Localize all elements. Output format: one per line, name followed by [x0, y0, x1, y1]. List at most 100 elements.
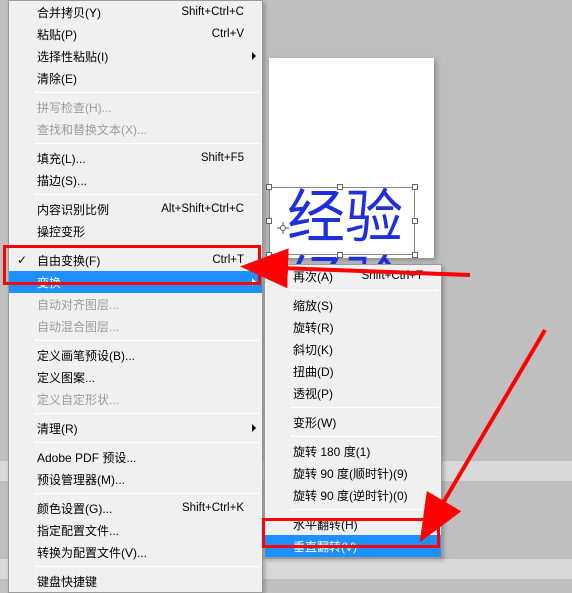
sub_menu-item[interactable]: 旋转 180 度(1) — [265, 440, 441, 462]
main_menu-item[interactable]: 定义画笔预设(B)... — [9, 344, 262, 366]
sub_menu-item[interactable]: 斜切(K) — [265, 338, 441, 360]
main_menu-item-label: 填充(L)... — [37, 150, 201, 167]
sub_menu-item-label: 扭曲(D) — [293, 363, 423, 380]
handle-w[interactable] — [266, 218, 272, 224]
main_menu-item: 自动混合图层... — [9, 315, 262, 337]
sub_menu-item[interactable]: 变形(W) — [265, 411, 441, 433]
main_menu-separator — [35, 340, 260, 341]
main_menu-item[interactable]: 清除(E) — [9, 67, 262, 89]
handle-s[interactable] — [337, 252, 343, 258]
main_menu-item-label: 自由变换(F) — [37, 252, 212, 269]
main_menu-item-label: 选择性粘贴(I) — [37, 48, 244, 65]
main_menu-item[interactable]: Adobe PDF 预设... — [9, 446, 262, 468]
main_menu-item: 查找和替换文本(X)... — [9, 118, 262, 140]
main_menu-item[interactable]: 粘贴(P)Ctrl+V — [9, 23, 262, 45]
main_menu-item-shortcut: Alt+Shift+Ctrl+C — [161, 203, 244, 215]
sub_menu-item-label: 再次(A) — [293, 268, 362, 285]
main_menu-item-label: 内容识别比例 — [37, 201, 161, 218]
sub_menu-item-shortcut: Shift+Ctrl+T — [362, 270, 423, 282]
center-point-icon[interactable] — [277, 222, 287, 232]
main_menu-item-label: 操控变形 — [37, 223, 244, 240]
main_menu-item-label: 颜色设置(G)... — [37, 500, 182, 517]
main_menu-item[interactable]: 指定配置文件... — [9, 519, 262, 541]
sub_menu-item-label: 变形(W) — [293, 414, 423, 431]
sub_menu-item-label: 旋转 180 度(1) — [293, 443, 423, 460]
sub_menu-item[interactable]: 旋转 90 度(顺时针)(9) — [265, 462, 441, 484]
main_menu-item-shortcut: Ctrl+T — [212, 254, 244, 266]
main_menu-separator — [35, 245, 260, 246]
main_menu-item[interactable]: 填充(L)...Shift+F5 — [9, 147, 262, 169]
main_menu-item-label: 粘贴(P) — [37, 26, 212, 43]
main_menu-item-label: 预设管理器(M)... — [37, 471, 244, 488]
handle-n[interactable] — [337, 184, 343, 190]
sub_menu-item[interactable]: 旋转(R) — [265, 316, 441, 338]
main_menu-item-label: 自动混合图层... — [37, 318, 244, 335]
sub_menu-separator — [291, 407, 439, 408]
main_menu-item[interactable]: 定义图案... — [9, 366, 262, 388]
submenu-arrow-icon — [252, 278, 256, 286]
sub_menu-item-label: 透视(P) — [293, 385, 423, 402]
main_menu-item[interactable]: 预设管理器(M)... — [9, 468, 262, 490]
main_menu-item-label: 指定配置文件... — [37, 522, 244, 539]
main_menu-item-label: Adobe PDF 预设... — [37, 449, 244, 466]
main_menu-item: 定义自定形状... — [9, 388, 262, 410]
main_menu-item: 拼写检查(H)... — [9, 96, 262, 118]
main_menu-item[interactable]: 选择性粘贴(I) — [9, 45, 262, 67]
main_menu-item: 自动对齐图层... — [9, 293, 262, 315]
main_menu-item-label: 清除(E) — [37, 70, 244, 87]
sub_menu-item[interactable]: 缩放(S) — [265, 294, 441, 316]
sub_menu-item[interactable]: 扭曲(D) — [265, 360, 441, 382]
handle-se[interactable] — [412, 252, 418, 258]
main_menu-item[interactable]: 颜色设置(G)...Shift+Ctrl+K — [9, 497, 262, 519]
main_menu-separator — [35, 92, 260, 93]
handle-ne[interactable] — [412, 184, 418, 190]
main_menu-separator — [35, 194, 260, 195]
main_menu-item-shortcut: Shift+Ctrl+C — [181, 6, 244, 18]
main_menu-item[interactable]: 描边(S)... — [9, 169, 262, 191]
sub_menu-item-label: 缩放(S) — [293, 297, 423, 314]
transform-submenu[interactable]: 再次(A)Shift+Ctrl+T 缩放(S) 旋转(R) 斜切(K) 扭曲(D) 透视(… — [264, 264, 442, 558]
sub_menu-separator — [291, 436, 439, 437]
main_menu-item-label: 定义画笔预设(B)... — [37, 347, 244, 364]
main_menu-separator — [35, 493, 260, 494]
main_menu-item[interactable]: 清理(R) — [9, 417, 262, 439]
main_menu-separator — [35, 143, 260, 144]
edit-context-menu[interactable]: 合并拷贝(Y)Shift+Ctrl+C粘贴(P)Ctrl+V选择性粘贴(I)清除… — [8, 0, 263, 593]
main_menu-item-label: 自动对齐图层... — [37, 296, 244, 313]
handle-nw[interactable] — [266, 184, 272, 190]
sub_menu-item-label: 斜切(K) — [293, 341, 423, 358]
main_menu-item-label: 描边(S)... — [37, 172, 244, 189]
sub_menu-item[interactable]: 透视(P) — [265, 382, 441, 404]
main_menu-item-label: 定义图案... — [37, 369, 244, 386]
main_menu-item-shortcut: Shift+Ctrl+K — [182, 502, 244, 514]
sub_menu-item[interactable]: 旋转 90 度(逆时针)(0) — [265, 484, 441, 506]
main_menu-item[interactable]: 操控变形 — [9, 220, 262, 242]
sub_menu-item-label: 垂直翻转(V) — [293, 538, 423, 555]
transform-selection[interactable] — [269, 187, 415, 255]
handle-e[interactable] — [412, 218, 418, 224]
main_menu-item[interactable]: 变换 — [9, 271, 262, 293]
main_menu-separator — [35, 442, 260, 443]
sub_menu-separator — [291, 509, 439, 510]
sub_menu-item[interactable]: 垂直翻转(V) — [265, 535, 441, 557]
main_menu-item-label: 键盘快捷键 — [37, 573, 244, 590]
sub_menu-item[interactable]: 水平翻转(H) — [265, 513, 441, 535]
sub_menu-separator — [291, 290, 439, 291]
sub_menu-item-label: 旋转 90 度(顺时针)(9) — [293, 465, 423, 482]
main_menu-item[interactable]: 键盘快捷键 — [9, 570, 262, 592]
submenu-arrow-icon — [252, 52, 256, 60]
sub_menu-item[interactable]: 再次(A)Shift+Ctrl+T — [265, 265, 441, 287]
main_menu-item[interactable]: ✓自由变换(F)Ctrl+T — [9, 249, 262, 271]
sub_menu-item-label: 旋转(R) — [293, 319, 423, 336]
main_menu-item[interactable]: 转换为配置文件(V)... — [9, 541, 262, 563]
main_menu-item[interactable]: 合并拷贝(Y)Shift+Ctrl+C — [9, 1, 262, 23]
main_menu-item-label: 拼写检查(H)... — [37, 99, 244, 116]
main_menu-item-shortcut: Ctrl+V — [212, 28, 244, 40]
main_menu-separator — [35, 413, 260, 414]
main_menu-item-label: 合并拷贝(Y) — [37, 4, 181, 21]
main_menu-item[interactable]: 内容识别比例Alt+Shift+Ctrl+C — [9, 198, 262, 220]
main_menu-item-label: 变换 — [37, 274, 244, 291]
main_menu-item-shortcut: Shift+F5 — [201, 152, 244, 164]
handle-sw[interactable] — [266, 252, 272, 258]
main_menu-item-label: 查找和替换文本(X)... — [37, 121, 244, 138]
